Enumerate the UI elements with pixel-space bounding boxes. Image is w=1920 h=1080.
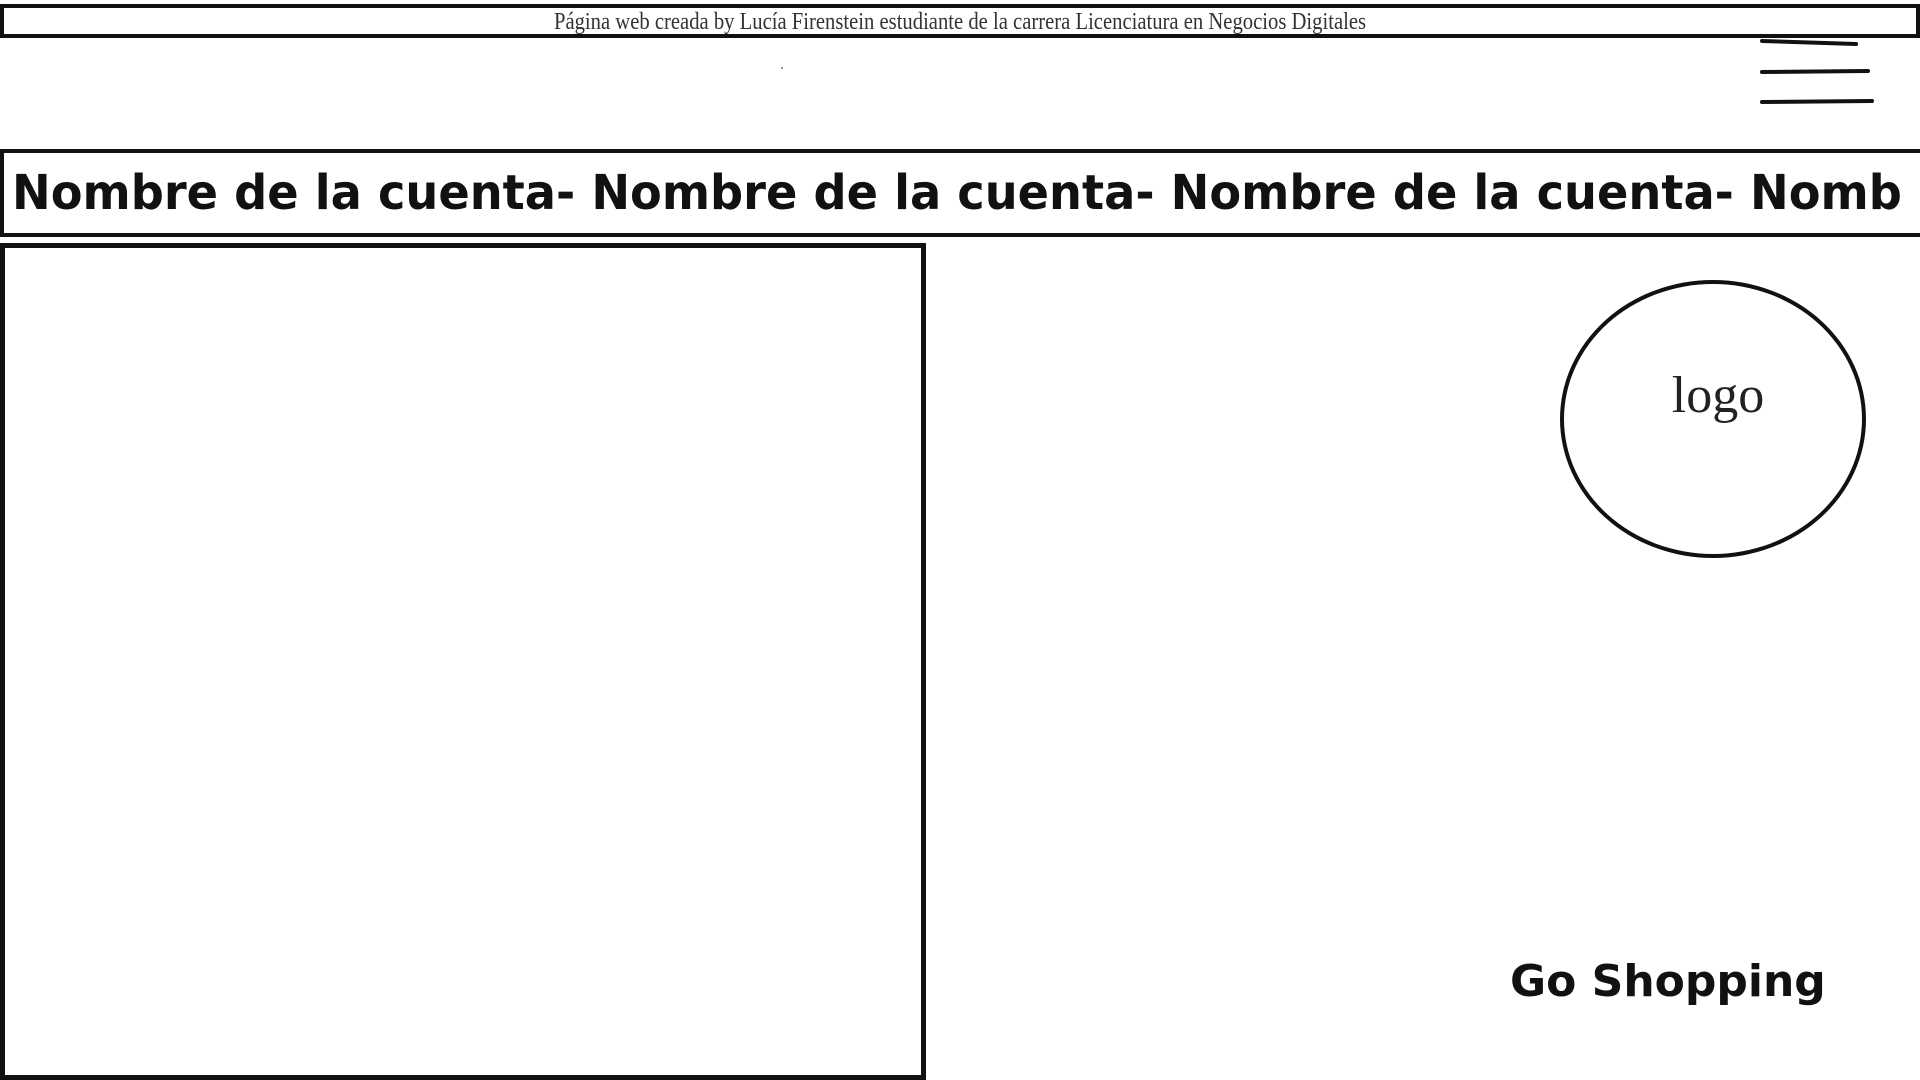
stray-dot — [781, 67, 783, 69]
logo-circle[interactable]: logo — [1560, 280, 1866, 558]
top-credit-banner: Página web creada by Lucía Firenstein es… — [0, 4, 1920, 38]
account-name-text: Nombre de la cuenta- Nombre de la cuenta… — [12, 165, 1902, 221]
account-name-marquee: Nombre de la cuenta- Nombre de la cuenta… — [0, 149, 1920, 237]
go-shopping-button[interactable]: Go Shopping — [1510, 952, 1840, 1016]
hamburger-menu-button[interactable] — [1756, 36, 1876, 108]
image-placeholder-panel — [0, 243, 926, 1080]
go-shopping-label: Go Shopping — [1510, 956, 1826, 1007]
logo-text: logo — [1671, 367, 1765, 424]
hamburger-menu-icon — [1760, 39, 1874, 104]
credit-text: Página web creada by Lucía Firenstein es… — [553, 9, 1367, 35]
